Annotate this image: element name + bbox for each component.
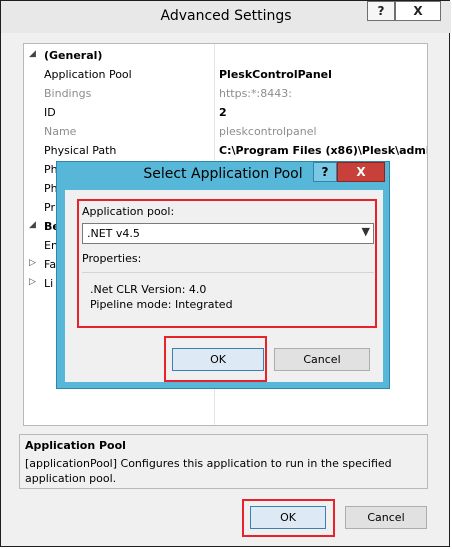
property-name: ID [44,106,56,119]
selection-highlight-box [77,199,377,328]
advanced-settings-window: Advanced Settings ? X ◢ (General) Applic… [0,0,451,547]
category-label: (General) [44,49,103,62]
property-name: Pr [44,201,55,214]
ok-highlight-box [242,499,335,537]
cancel-button[interactable]: Cancel [345,506,427,529]
dialog-cancel-button[interactable]: Cancel [274,348,370,371]
dialog-close-button[interactable]: X [337,162,385,182]
property-value: pleskcontrolpanel [219,125,317,138]
property-name: Application Pool [44,68,132,81]
property-row-physical-path[interactable]: Physical Path C:\Program Files (x86)\Ple… [24,141,427,160]
property-row-bindings[interactable]: Bindings https:*:8443: [24,84,427,103]
expand-arrow-icon[interactable]: ▷ [29,277,36,287]
property-row-name[interactable]: Name pleskcontrolpanel [24,122,427,141]
property-value: PleskControlPanel [219,68,332,81]
property-row-id[interactable]: ID 2 [24,103,427,122]
property-value: C:\Program Files (x86)\Plesk\admin\ht [219,144,427,157]
help-button[interactable]: ? [367,1,395,21]
description-title: Application Pool [25,439,126,452]
title-bar: Advanced Settings ? X [1,1,451,33]
description-panel: Application Pool [applicationPool] Confi… [19,434,428,489]
dialog-ok-highlight-box [164,336,267,382]
close-button[interactable]: X [395,1,441,21]
collapse-arrow-icon[interactable]: ◢ [29,220,36,230]
collapse-arrow-icon[interactable]: ◢ [29,49,36,59]
expand-arrow-icon[interactable]: ▷ [29,258,36,268]
property-name: Physical Path [44,144,117,157]
property-value: 2 [219,106,227,119]
category-general[interactable]: ◢ (General) [24,46,427,65]
select-application-pool-dialog: Select Application Pool ? X Application … [56,161,390,389]
property-name: Name [44,125,77,138]
property-value: https:*:8443: [219,87,292,100]
property-row-application-pool[interactable]: Application Pool PleskControlPanel [24,65,427,84]
dialog-body: Application pool: .NET v4.5 ▼ Properties… [65,190,383,382]
dialog-help-button[interactable]: ? [313,162,337,182]
property-name: Bindings [44,87,92,100]
property-name: Fa [44,258,57,271]
description-text: [applicationPool] Configures this applic… [25,457,392,485]
property-name: Li [44,277,54,290]
